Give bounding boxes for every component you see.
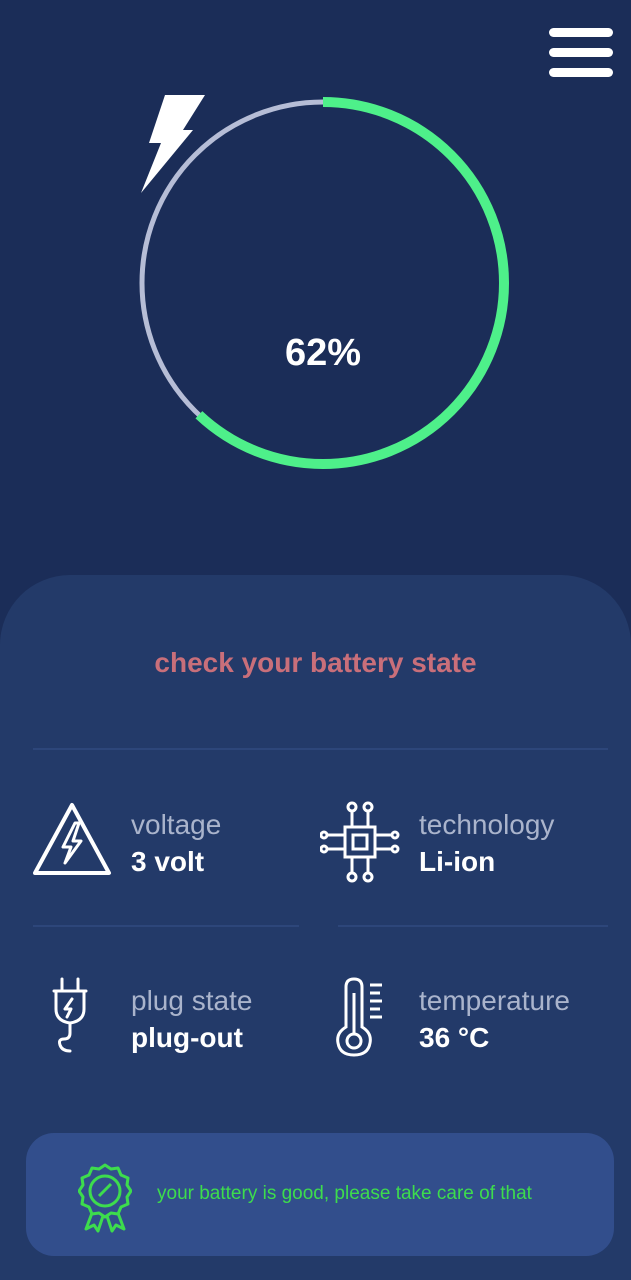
- stat-label: plug state: [131, 985, 253, 1016]
- stat-temperature: temperature 36 °C: [334, 977, 610, 1061]
- stat-value: 36 °C: [419, 1022, 490, 1053]
- stat-label: voltage: [131, 809, 222, 840]
- high-voltage-warning-icon: [33, 803, 111, 875]
- thermometer-icon: [336, 977, 382, 1057]
- menu-line: [549, 48, 613, 57]
- menu-button[interactable]: [549, 28, 613, 80]
- battery-percent: 62%: [284, 332, 362, 374]
- stat-technology: technology Li-ion: [320, 799, 610, 883]
- divider: [33, 925, 299, 927]
- menu-line: [549, 28, 613, 37]
- panel-title: check your battery state: [154, 647, 477, 678]
- menu-line: [549, 68, 613, 77]
- divider: [33, 748, 608, 750]
- circuit-chip-icon: [320, 801, 400, 883]
- battery-gauge: 62%: [135, 95, 511, 471]
- stat-value: 3 volt: [131, 846, 205, 877]
- stat-value: Li-ion: [419, 846, 496, 877]
- lightning-bolt-icon: [141, 95, 205, 193]
- stat-voltage: voltage 3 volt: [31, 801, 301, 881]
- stat-plug-state: plug state plug-out: [50, 977, 300, 1061]
- stat-label: temperature: [419, 985, 570, 1016]
- electric-plug-icon: [52, 977, 88, 1053]
- battery-status-card: your battery is good, please take care o…: [26, 1133, 614, 1256]
- stat-value: plug-out: [131, 1022, 243, 1053]
- award-badge-icon: [78, 1163, 132, 1233]
- status-message: your battery is good, please take care o…: [157, 1183, 532, 1204]
- divider: [338, 925, 608, 927]
- stat-label: technology: [419, 809, 555, 840]
